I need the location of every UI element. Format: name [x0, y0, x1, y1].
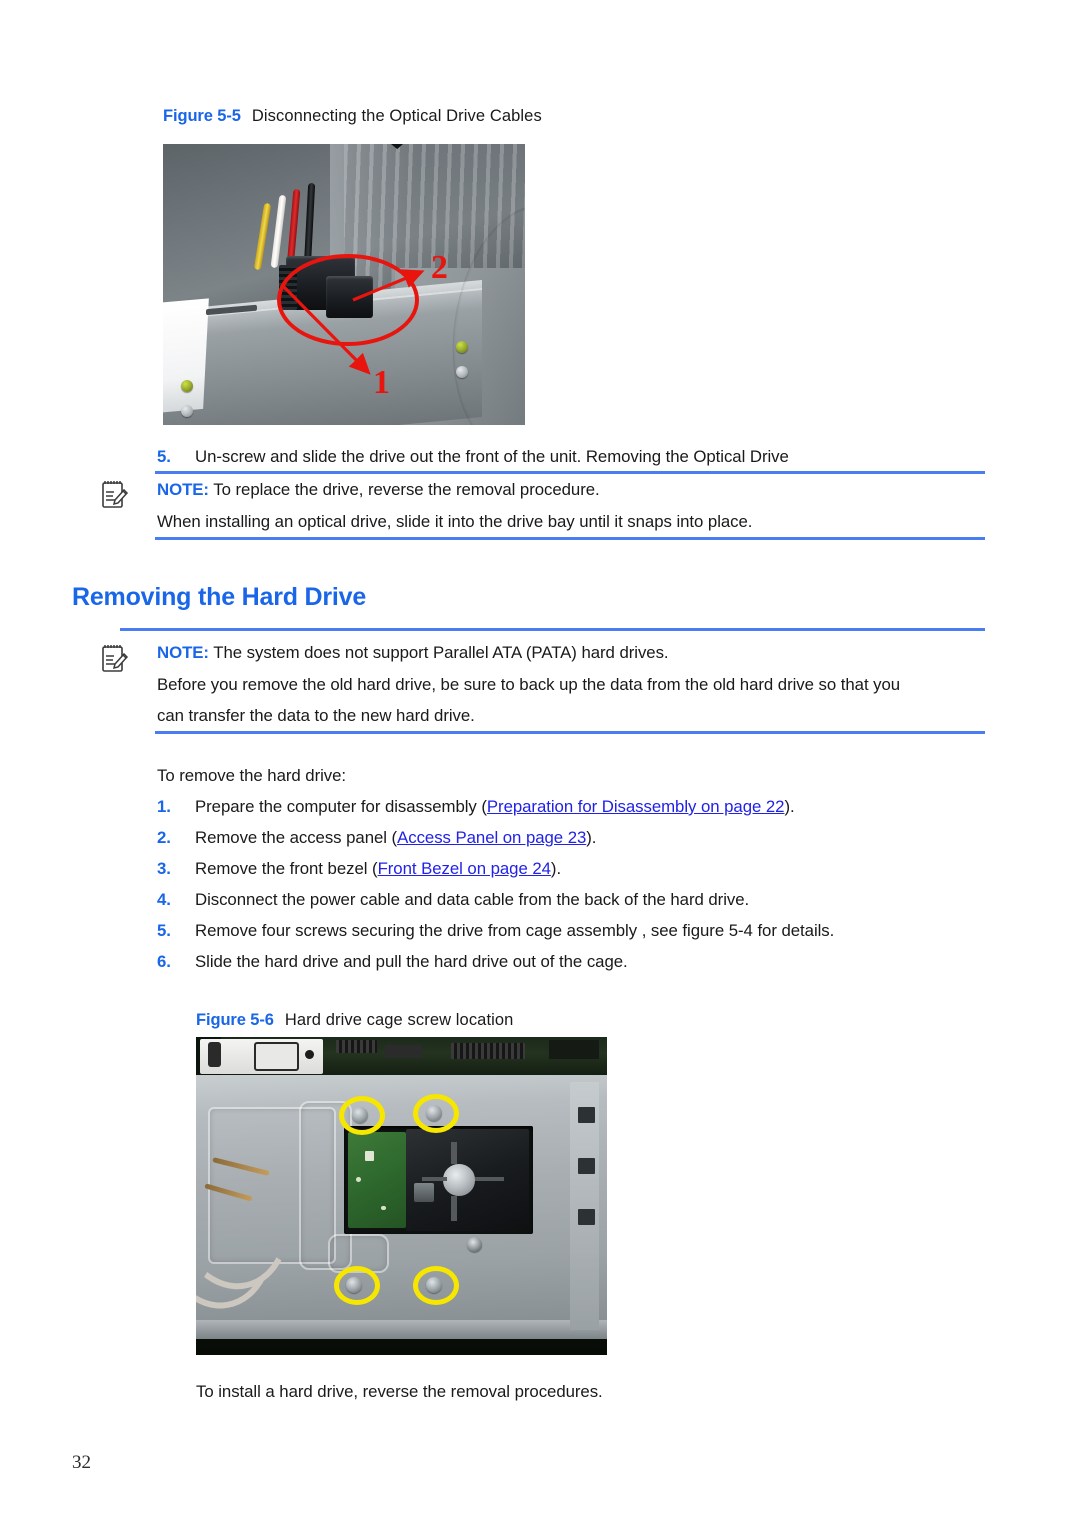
hard-drive-note-text: The system does not support Parallel ATA…	[213, 643, 669, 662]
optical-note-line: NOTE: To replace the drive, reverse the …	[157, 480, 987, 501]
hard-drive-spoke-1	[450, 1141, 457, 1165]
note-pencil-icon	[100, 478, 130, 510]
hard-drive-step-3-before: Remove the front bezel (	[195, 859, 378, 878]
bezel-slot-2	[253, 1041, 299, 1072]
hard-drive-note-para-1: Before you remove the old hard drive, be…	[157, 675, 901, 694]
hard-drive-note-line: NOTE: The system does not support Parall…	[157, 643, 987, 664]
note-rule-bottom-2	[155, 731, 985, 734]
note-rule-top-1	[155, 471, 985, 474]
optical-note-followup: When installing an optical drive, slide …	[157, 512, 753, 531]
hard-drive-step-4-text: Disconnect the power cable and data cabl…	[195, 890, 750, 909]
cage-notch-1	[578, 1106, 595, 1123]
bezel-screw-hole	[304, 1049, 314, 1060]
optical-step-5: 5. Un-screw and slide the drive out the …	[157, 447, 987, 467]
pcb-component-3	[380, 1205, 386, 1211]
hard-drive-step-3-number: 3.	[157, 859, 171, 878]
hard-drive-step-1-before: Prepare the computer for disassembly (	[195, 797, 487, 816]
hard-drive-step-2-text: Remove the access panel (Access Panel on…	[195, 828, 987, 848]
motherboard-header-1	[450, 1043, 525, 1060]
note-rule-top-2	[120, 628, 985, 631]
hard-drive-intro: To remove the hard drive:	[157, 766, 347, 785]
link-front-bezel[interactable]: Front Bezel on page 24	[378, 859, 551, 878]
hard-drive-spoke-3	[475, 1176, 505, 1182]
hard-drive-spindle-hub	[442, 1164, 476, 1196]
pcb-component-2	[356, 1176, 362, 1182]
hard-drive-step-6: 6. Slide the hard drive and pull the har…	[157, 952, 987, 972]
figure-5-6-caption-text: Hard drive cage screw location	[284, 1011, 514, 1029]
screw-highlight-1	[339, 1095, 386, 1135]
hard-drive-step-6-number: 6.	[157, 952, 171, 971]
hard-drive-step-3: 3. Remove the front bezel (Front Bezel o…	[157, 859, 987, 879]
hard-drive-step-4-number: 4.	[157, 890, 171, 909]
screw-highlight-3	[333, 1265, 380, 1305]
hard-drive-step-2-before: Remove the access panel (	[195, 828, 398, 847]
hard-drive-step-1-after: ).	[784, 797, 795, 816]
motherboard-slot	[549, 1040, 599, 1060]
cage-bottom-rail	[196, 1320, 607, 1340]
hard-drive-spoke-2	[422, 1176, 447, 1182]
optical-step-5-text: Un-screw and slide the drive out the fro…	[195, 447, 789, 466]
hard-drive-step-3-after: ).	[550, 859, 562, 878]
motherboard-chip	[385, 1044, 423, 1058]
screw-highlight-2	[413, 1094, 459, 1134]
note-rule-bottom-1	[155, 537, 985, 540]
hard-drive-step-5-number: 5.	[157, 921, 171, 940]
figure-5-5-callout-1: 1	[372, 363, 390, 401]
hard-drive-step-6-text: Slide the hard drive and pull the hard d…	[195, 952, 628, 971]
optical-step-5-number: 5.	[157, 447, 171, 466]
figure-5-5-caption-text: Disconnecting the Optical Drive Cables	[251, 107, 542, 125]
link-preparation-for-disassembly[interactable]: Preparation for Disassembly on page 22	[487, 797, 785, 816]
hard-drive-spoke-4	[450, 1196, 457, 1222]
figure-5-5-arrows	[281, 269, 425, 375]
figure-5-5-image: 2 1	[163, 144, 525, 425]
page-title: Removing the Hard Drive	[72, 583, 367, 611]
hard-drive-closing: To install a hard drive, reverse the rem…	[196, 1382, 603, 1401]
hard-drive-step-2-after: ).	[586, 828, 597, 847]
figure-5-6-label: Figure 5-6	[196, 1011, 274, 1029]
hard-drive-step-1-number: 1.	[157, 797, 171, 816]
hard-drive-step-1: 1. Prepare the computer for disassembly …	[157, 797, 987, 817]
optical-note-label: NOTE:	[157, 480, 209, 499]
figure-5-5-label: Figure 5-5	[163, 107, 241, 125]
optical-note-text: To replace the drive, reverse the remova…	[213, 480, 600, 499]
cage-stamped-text	[484, 1241, 525, 1260]
hard-drive-step-4: 4. Disconnect the power cable and data c…	[157, 890, 987, 910]
hard-drive-note-label: NOTE:	[157, 643, 209, 662]
hard-drive-step-3-text: Remove the front bezel (Front Bezel on p…	[195, 859, 987, 879]
hard-drive-sata-plug	[413, 1183, 435, 1203]
cage-notch-3	[578, 1208, 595, 1225]
screw-highlight-4	[413, 1265, 459, 1305]
figure-5-6-image	[196, 1037, 607, 1355]
hard-drive-step-1-text: Prepare the computer for disassembly (Pr…	[195, 797, 987, 817]
cage-notch-2	[578, 1157, 595, 1174]
hard-drive-step-2: 2. Remove the access panel (Access Panel…	[157, 828, 987, 848]
page-number: 32	[72, 1452, 91, 1473]
document-page: Figure 5-5 Disconnecting the Optical Driv…	[0, 0, 1080, 1527]
hard-drive-step-2-number: 2.	[157, 828, 171, 847]
note-pencil-icon-2	[100, 642, 130, 674]
link-access-panel[interactable]: Access Panel on page 23	[397, 828, 586, 847]
figure-5-6-caption: Figure 5-6 Hard drive cage screw location	[196, 1011, 513, 1030]
motherboard-header-2	[335, 1040, 377, 1053]
bezel-slot-1	[208, 1041, 221, 1068]
hard-drive-step-5: 5. Remove four screws securing the drive…	[157, 921, 987, 941]
pcb-component-1	[364, 1151, 375, 1161]
figure-5-5-caption: Figure 5-5 Disconnecting the Optical Driv…	[163, 107, 542, 126]
hard-drive-note-para-2: can transfer the data to the new hard dr…	[157, 706, 475, 725]
figure-5-5-callout-2: 2	[430, 248, 448, 286]
hard-drive-step-5-text: Remove four screws securing the drive fr…	[195, 921, 835, 940]
